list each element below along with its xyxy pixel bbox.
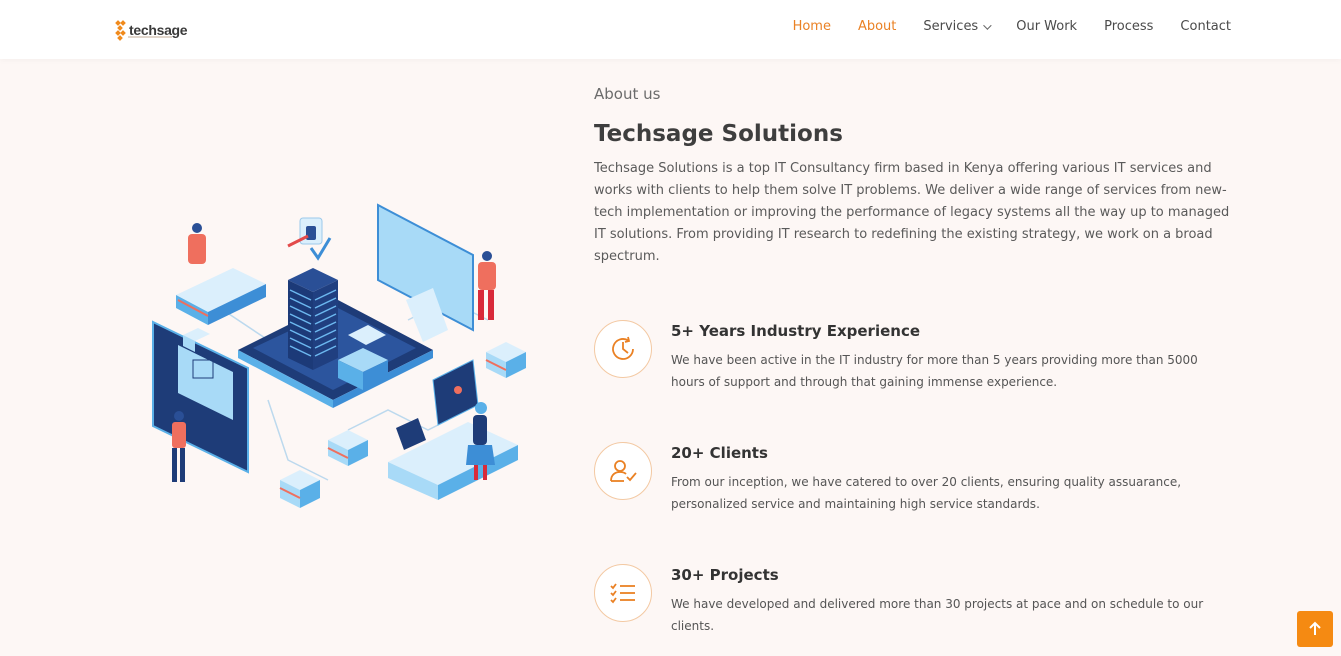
main-nav: Home About Services Our Work Process Con… (766, 19, 1231, 34)
clock-icon (594, 320, 652, 378)
site-header: techsage Home About Services Our Work Pr… (0, 0, 1341, 59)
feature-title: 30+ Projects (671, 566, 779, 584)
section-eyebrow: About us (594, 85, 661, 103)
nav-contact[interactable]: Contact (1180, 19, 1231, 34)
logo-tagline-bar (128, 36, 172, 38)
nav-about[interactable]: About (858, 19, 896, 34)
feature-text: We have been active in the IT industry f… (671, 353, 1198, 389)
isometric-it-illustration (152, 203, 526, 508)
user-check-icon (594, 442, 652, 500)
nav-process[interactable]: Process (1104, 19, 1153, 34)
about-section: About us Techsage Solutions Techsage Sol… (594, 85, 1234, 268)
feature-title: 20+ Clients (671, 444, 768, 462)
feature-text: From our inception, we have catered to o… (671, 475, 1182, 511)
nav-services-label: Services (923, 19, 979, 34)
logo[interactable]: techsage (115, 19, 188, 41)
arrow-up-icon (1309, 621, 1321, 635)
list-check-icon (594, 564, 652, 622)
logo-mark-icon (115, 20, 127, 41)
section-description: Techsage Solutions is a top IT Consultan… (594, 161, 1230, 264)
scroll-to-top-button[interactable] (1297, 611, 1333, 647)
nav-services[interactable]: Services (923, 19, 992, 34)
nav-home[interactable]: Home (793, 19, 831, 34)
chevron-down-icon (983, 20, 992, 30)
nav-our-work[interactable]: Our Work (1016, 19, 1077, 34)
feature-text: We have developed and delivered more tha… (671, 597, 1204, 633)
section-title: Techsage Solutions (594, 121, 843, 147)
feature-title: 5+ Years Industry Experience (671, 322, 921, 340)
